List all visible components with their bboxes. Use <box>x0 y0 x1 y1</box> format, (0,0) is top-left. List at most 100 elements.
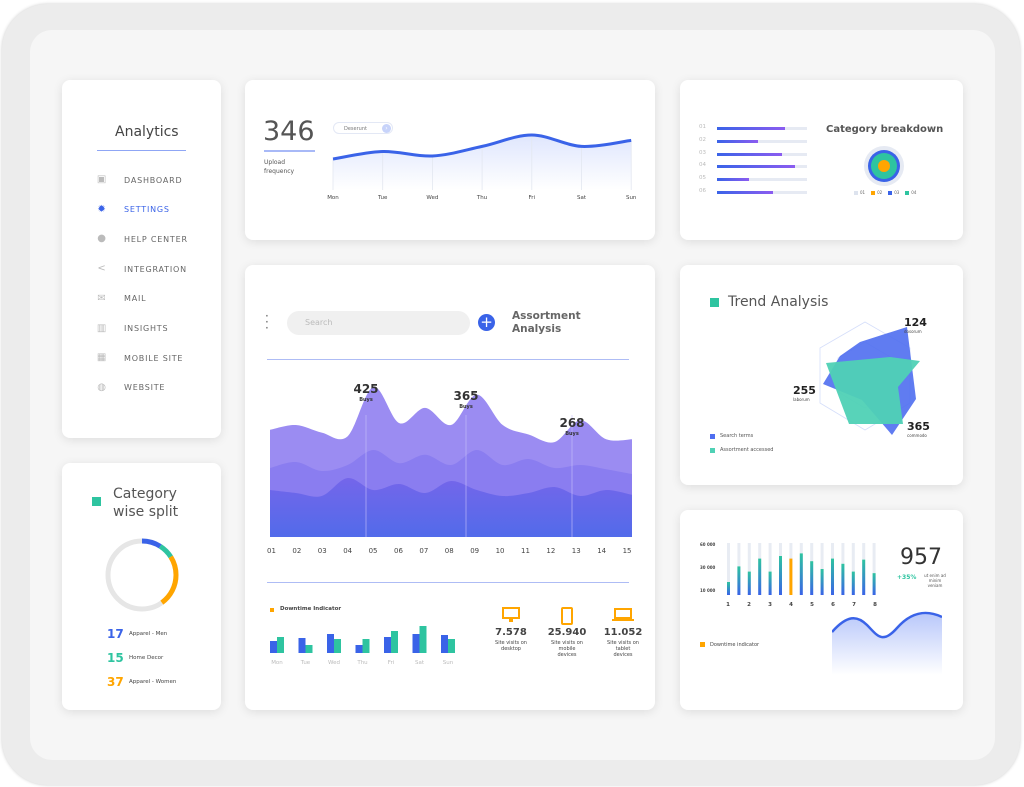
weekly-bar-blue <box>384 637 391 653</box>
stat-block: 25.940 Site visits on mobile devices <box>539 607 595 658</box>
weekly-bar-green <box>277 637 284 653</box>
x-label: 2 <box>747 602 751 608</box>
donut-chart <box>105 538 179 612</box>
breakdown-title: Category breakdown <box>826 124 944 135</box>
sidebar-item-label: MAIL <box>124 294 147 304</box>
sidebar-item-insights[interactable]: ▥ INSIGHTS <box>62 323 168 334</box>
bar <box>810 561 814 595</box>
sidebar-item-settings[interactable]: ✹ SETTINGS <box>62 204 170 215</box>
legend-item: Assortment accessed <box>710 447 773 453</box>
bar <box>737 566 741 595</box>
row-label: 05 <box>699 175 706 182</box>
sidebar-item-label: DASHBOARD <box>124 175 183 185</box>
day-label: Thu <box>356 660 367 666</box>
bar-stats-card: 60 000 30 000 10 000 1 2 3 4 5 6 7 8 957 +35% ut … <box>680 510 963 710</box>
bar <box>747 571 751 595</box>
x-label: 5 <box>810 602 814 608</box>
title-line: wise split <box>113 504 179 520</box>
legend-swatch <box>888 190 893 195</box>
progress-fill <box>717 178 750 182</box>
add-button[interactable]: + <box>478 314 495 331</box>
value-underline <box>264 150 315 152</box>
progress-track <box>717 165 807 169</box>
downtime-legend-label: Downtime indicator <box>710 642 760 648</box>
more-vertical-icon[interactable]: · · · <box>265 310 269 334</box>
sidebar-item-integration[interactable]: < INTEGRATION <box>62 264 187 274</box>
weekly-bar-blue <box>327 634 334 653</box>
stat-label: Site visits on tablet devices <box>607 640 639 658</box>
title-line: Assortment <box>512 310 581 322</box>
stat-value: 25.940 <box>547 627 587 638</box>
ring-02 <box>878 160 890 172</box>
legend-label: 01 <box>860 190 866 195</box>
globe-icon: ◍ <box>97 381 107 393</box>
x-label: 13 <box>571 547 581 555</box>
y-label: 10 000 <box>700 588 716 593</box>
teal-square-icon <box>710 298 719 307</box>
legend-label: 03 <box>894 190 900 195</box>
help-icon: ● <box>97 233 107 245</box>
downtime-legend-label: Downtime Indicator <box>280 606 342 612</box>
sidebar-item-website[interactable]: ◍ WEBSITE <box>62 381 165 393</box>
peak-label: Buys <box>459 404 473 410</box>
row-label: 03 <box>699 149 706 156</box>
peak-label: Buys <box>359 397 373 403</box>
bar <box>779 556 782 595</box>
sidebar-item-help-center[interactable]: ● HELP CENTER <box>62 234 188 244</box>
split-value: 37 <box>107 675 124 689</box>
weekly-bar-green <box>305 645 313 653</box>
weekly-bar-green <box>362 639 370 653</box>
y-label: 30 000 <box>700 565 716 570</box>
progress-fill <box>717 165 796 169</box>
peak-value: 365 <box>453 389 478 403</box>
title-underline <box>97 150 186 151</box>
breakdown-target-chart <box>864 146 904 186</box>
legend-item: 01 <box>854 190 865 195</box>
x-label: 12 <box>546 547 556 555</box>
briefcase-icon: ▣ <box>96 174 108 185</box>
sidebar-item-label: MOBILE SITE <box>124 353 184 363</box>
sidebar-item-dashboard[interactable]: ▣ DASHBOARD <box>62 175 182 185</box>
legend-swatch <box>871 190 876 195</box>
vertical-bar-chart: 1 2 3 4 5 6 7 8 <box>726 543 877 608</box>
legend-label: Search terms <box>720 433 754 439</box>
bar <box>789 558 793 595</box>
progress-track <box>717 152 807 156</box>
weekly-bar-green <box>448 639 455 653</box>
wave-area <box>832 612 942 675</box>
category-split-title: Category wise split <box>113 485 178 521</box>
downtime-legend-square <box>270 608 274 612</box>
divider <box>267 359 629 360</box>
legend-label: 04 <box>911 190 917 195</box>
row-label: 02 <box>699 136 706 143</box>
bar <box>799 553 803 595</box>
day-label: Fri <box>388 660 395 666</box>
sidebar-item-label: INTEGRATION <box>124 264 187 274</box>
search-input[interactable]: Search <box>287 311 470 335</box>
x-label: 09 <box>470 547 480 555</box>
peak-value: 268 <box>559 416 584 430</box>
legend-item: 04 <box>905 190 916 195</box>
mail-icon: ✉ <box>97 292 107 304</box>
big-value: 957 <box>900 545 942 570</box>
bar <box>768 571 772 595</box>
share-icon: < <box>97 263 107 275</box>
desktop-icon <box>483 607 539 625</box>
radar-value: 365 <box>907 420 930 433</box>
progress-track <box>717 178 807 182</box>
label-line: frequency <box>264 168 295 175</box>
weekly-bar-chart: Mon Tue Wed Thu Fri Sat Sun <box>270 626 455 666</box>
split-label: Apparel - Men <box>129 631 168 637</box>
weekly-bar-blue <box>270 641 277 653</box>
radar-chart <box>819 321 920 435</box>
split-value: 15 <box>107 651 124 665</box>
sidebar-item-mobile-site[interactable]: ▦ MOBILE SITE <box>62 353 183 363</box>
stat-label: Site visits on mobile devices <box>551 640 583 658</box>
stat-value: 11.052 <box>603 627 643 638</box>
x-label: 3 <box>768 602 772 608</box>
progress-fill <box>717 152 782 156</box>
sidebar-item-mail[interactable]: ✉ MAIL <box>62 292 147 304</box>
radar-axis-label: commodo <box>907 433 927 438</box>
peak-value: 425 <box>353 382 378 396</box>
progress-fill <box>717 139 759 143</box>
